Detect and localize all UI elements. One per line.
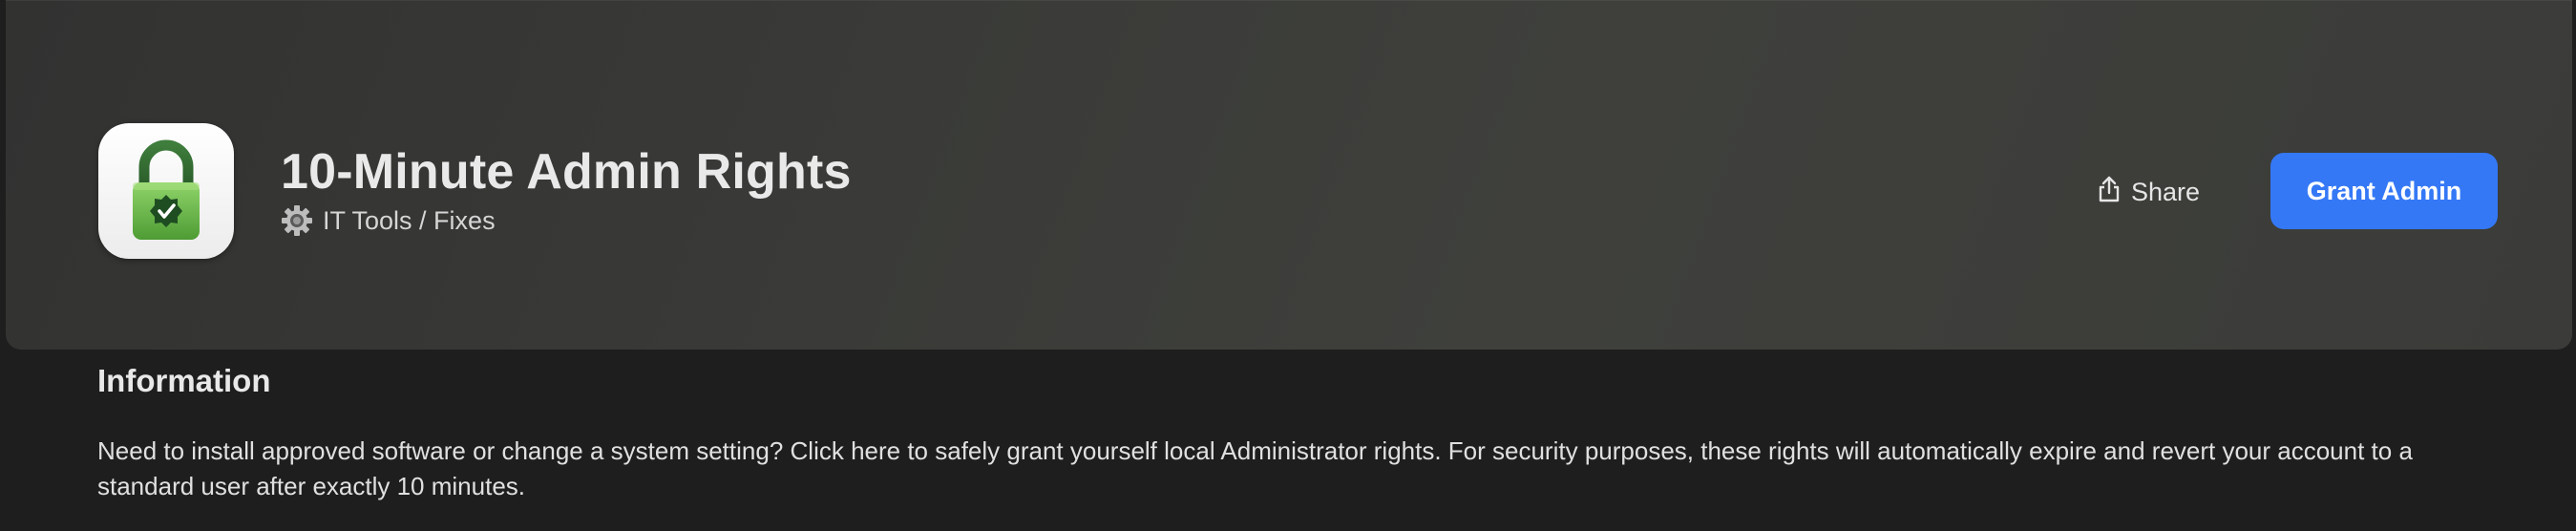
share-label: Share <box>2131 177 2201 206</box>
app-category: IT Tools / Fixes <box>281 204 496 237</box>
padlock-checkmark-icon <box>98 123 234 259</box>
app-detail-page: 10-Minute Admin Rights IT Tools / Fixes … <box>0 0 2576 531</box>
gear-icon <box>281 204 313 237</box>
share-button[interactable]: Share <box>2097 170 2200 214</box>
share-icon <box>2097 175 2122 210</box>
grant-admin-button[interactable]: Grant Admin <box>2270 153 2498 229</box>
app-title: 10-Minute Admin Rights <box>281 144 852 200</box>
information-description: Need to install approved software or cha… <box>97 436 2413 500</box>
information-heading: Information <box>97 363 271 398</box>
category-label: IT Tools / Fixes <box>323 205 496 235</box>
